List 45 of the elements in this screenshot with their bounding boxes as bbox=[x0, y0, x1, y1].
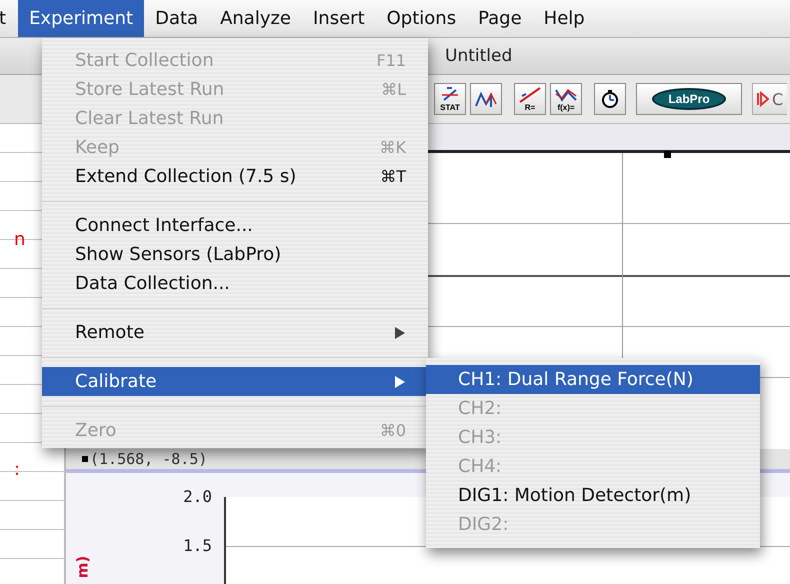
cursor-marker bbox=[82, 456, 88, 462]
menu-title[interactable]: Analyze bbox=[209, 0, 302, 37]
line-fit-icon bbox=[518, 86, 542, 104]
menu-title[interactable]: Page bbox=[467, 0, 533, 37]
shortcut-label: ⌘0 bbox=[380, 421, 406, 440]
menu-title[interactable]: Experiment bbox=[18, 0, 144, 37]
menu-item[interactable]: Remote bbox=[42, 318, 428, 347]
interface-button[interactable]: LabPro bbox=[636, 83, 742, 115]
shortcut-label: ⌘T bbox=[380, 167, 406, 186]
menu-item[interactable]: Calibrate bbox=[42, 367, 428, 396]
column-label: n bbox=[14, 228, 26, 250]
shortcut-label: ⌘L bbox=[381, 80, 406, 99]
button-caption: R= bbox=[524, 104, 536, 112]
menu-item[interactable]: Show Sensors (LabPro) bbox=[42, 240, 428, 269]
curve-fit-button[interactable]: f(x)= bbox=[550, 83, 582, 115]
shortcut-label: F11 bbox=[376, 51, 406, 70]
menu-item[interactable]: Data Collection... bbox=[42, 269, 428, 298]
shortcut-label: ⌘K bbox=[380, 138, 406, 157]
resize-handle[interactable] bbox=[664, 151, 671, 158]
tick-label: 1.5 bbox=[183, 536, 212, 555]
curve-icon bbox=[554, 86, 578, 104]
stopwatch-button[interactable] bbox=[594, 83, 626, 115]
menu-title[interactable]: Data bbox=[144, 0, 210, 37]
interface-badge: LabPro bbox=[652, 88, 726, 110]
button-caption: f(x)= bbox=[557, 104, 575, 112]
tick-label: 2.0 bbox=[183, 487, 212, 506]
coordinates-readout: (1.568, -8.5) bbox=[90, 450, 208, 468]
statistics-button[interactable]: STAT bbox=[434, 83, 466, 115]
axis-label: m) bbox=[73, 556, 91, 578]
menu-item[interactable]: Connect Interface... bbox=[42, 211, 428, 240]
button-label: C bbox=[772, 90, 784, 108]
menu-item[interactable]: Extend Collection (7.5 s) ⌘T bbox=[42, 162, 428, 191]
menu-title[interactable]: Help bbox=[532, 0, 596, 37]
tangent-button[interactable] bbox=[470, 83, 502, 115]
button-caption: STAT bbox=[440, 104, 460, 112]
column-label: : bbox=[14, 458, 22, 480]
menu-item[interactable]: DIG1: Motion Detector(m) bbox=[426, 481, 760, 510]
menu-title[interactable]: Insert bbox=[302, 0, 376, 37]
play-icon bbox=[757, 91, 769, 107]
menu-title[interactable]: Options bbox=[376, 0, 468, 37]
window-title: Untitled bbox=[445, 46, 512, 66]
collect-button[interactable]: C bbox=[752, 83, 788, 115]
menu-item[interactable]: CH1: Dual Range Force(N) bbox=[426, 365, 760, 394]
tangent-icon bbox=[474, 90, 498, 108]
linear-fit-button[interactable]: R= bbox=[514, 83, 546, 115]
